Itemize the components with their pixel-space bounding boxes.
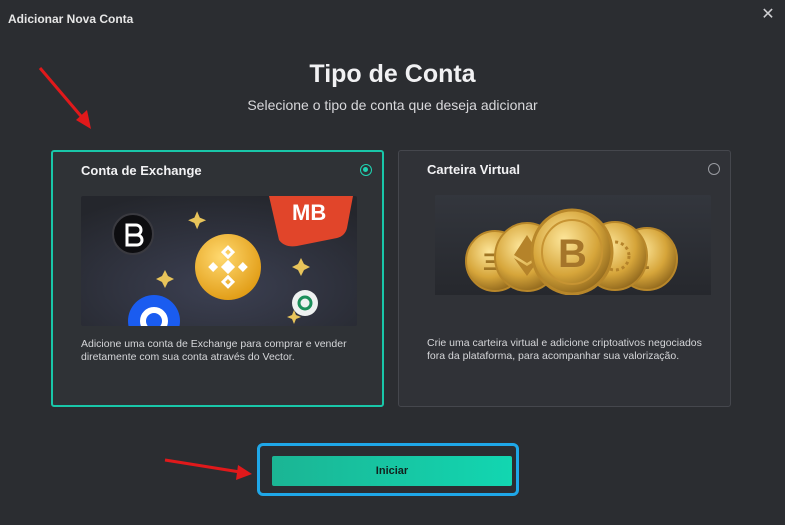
title-bar: Adicionar Nova Conta ✕ bbox=[0, 0, 785, 36]
account-type-card-exchange[interactable]: Conta de Exchange MB Adicione uma conta … bbox=[51, 150, 384, 407]
radio-exchange[interactable] bbox=[360, 164, 372, 176]
wallet-illustration: Ξ Ł B bbox=[435, 195, 711, 325]
close-icon[interactable]: ✕ bbox=[759, 6, 777, 24]
card-title-wallet: Carteira Virtual bbox=[427, 162, 520, 177]
card-description-exchange: Adicione uma conta de Exchange para comp… bbox=[81, 338, 347, 363]
account-type-card-wallet[interactable]: Carteira Virtual Ξ Ł bbox=[398, 150, 731, 407]
card-description-wallet: Crie uma carteira virtual e adicione cri… bbox=[427, 337, 702, 362]
green-coin-icon bbox=[292, 290, 318, 316]
bitpreco-coin-icon bbox=[112, 213, 154, 255]
page-subtitle: Selecione o tipo de conta que deseja adi… bbox=[247, 97, 538, 113]
annotation-arrow-icon bbox=[38, 67, 91, 129]
page-title: Tipo de Conta bbox=[309, 60, 476, 88]
window-title: Adicionar Nova Conta bbox=[8, 12, 134, 26]
binance-coin-icon bbox=[195, 234, 261, 300]
mb-badge-text: MB bbox=[292, 200, 326, 225]
svg-text:B: B bbox=[558, 232, 587, 276]
annotation-arrow-icon bbox=[164, 458, 252, 480]
radio-wallet[interactable] bbox=[708, 163, 720, 175]
exchange-illustration: MB bbox=[81, 196, 357, 326]
start-button[interactable]: Iniciar bbox=[272, 456, 512, 486]
card-title-exchange: Conta de Exchange bbox=[81, 163, 202, 178]
